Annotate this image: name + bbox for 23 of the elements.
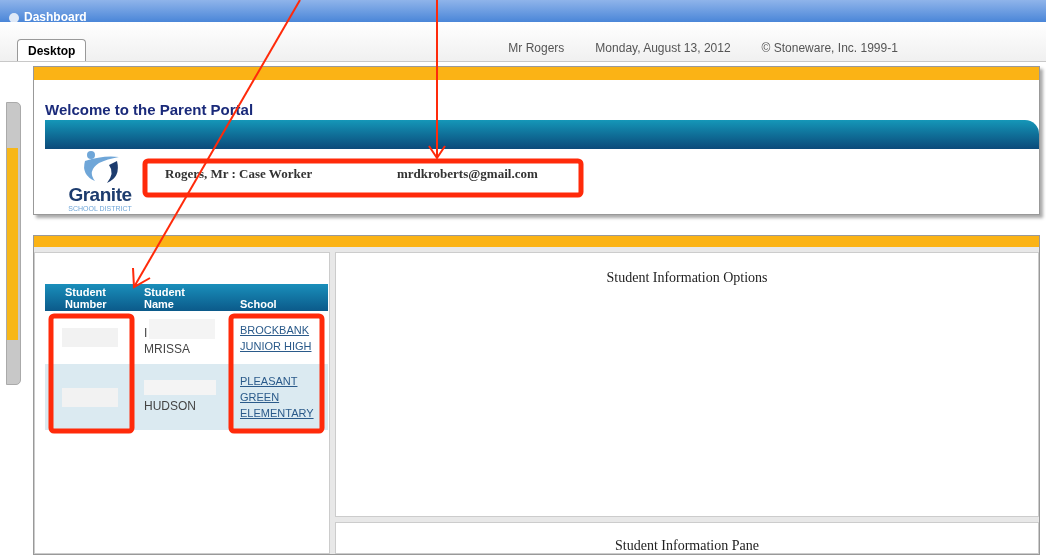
header-info-text: © Stoneware, Inc. 1999-1 [761,40,898,57]
column-header: Student Name [144,286,186,310]
school-link[interactable]: BROCKBANK [240,321,310,338]
redaction-block [144,380,216,395]
logo-text: Granite [68,185,132,205]
side-handle[interactable] [6,102,21,385]
student-name: MRISSA [144,340,191,357]
school-link[interactable]: ELEMENTARY [240,405,314,421]
student-name: HUDSON [144,398,197,414]
school-link[interactable]: GREEN [240,389,280,405]
pane-title: Student Information Pane [615,537,759,553]
student-name: I [144,324,148,341]
school-link[interactable]: PLEASANT [240,373,298,389]
pane-title: Student Information Options [606,269,768,285]
window-title: Dashboard [24,10,87,22]
header-info-text: Mr Rogers [508,40,565,57]
app-icon [8,12,20,22]
school-link[interactable]: JUNIOR HIGH [240,337,312,354]
column-header: Student Number [65,286,108,310]
header-info-text: Monday, August 13, 2012 [595,40,731,57]
tab[interactable]: Desktop [17,39,87,61]
column-header: School [240,298,278,310]
email-text: mrdkroberts@gmail.com [397,165,538,183]
